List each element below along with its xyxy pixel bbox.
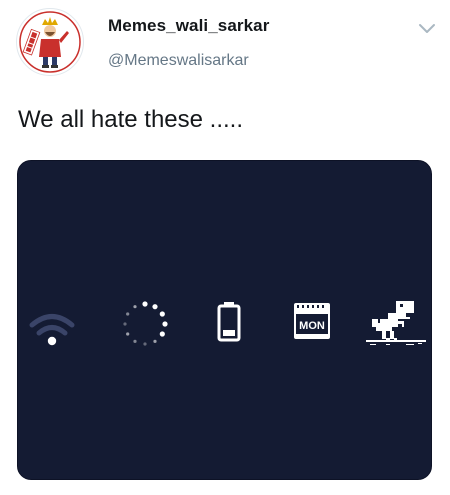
loading-spinner-icon xyxy=(118,297,172,351)
spinner-dot xyxy=(133,305,137,309)
spinner-dot xyxy=(152,304,158,310)
spinner-dot xyxy=(126,312,130,316)
low-battery-icon xyxy=(216,299,242,349)
user-handle[interactable]: @Memeswalisarkar xyxy=(108,51,269,71)
spinner-dot xyxy=(162,321,168,327)
calendar-label: MON xyxy=(299,320,325,332)
spinner-dot xyxy=(159,331,165,337)
spinner-dot xyxy=(133,339,137,343)
spinner-dot xyxy=(142,301,148,307)
avatar[interactable] xyxy=(16,8,84,76)
spinner-dot xyxy=(153,339,157,343)
display-name[interactable]: Memes_wali_sarkar xyxy=(108,15,269,37)
avatar-lettering xyxy=(22,28,41,56)
spinner-dot xyxy=(159,311,165,317)
author-block: Memes_wali_sarkar @Memeswalisarkar xyxy=(108,15,269,71)
calendar-icon: MON xyxy=(292,301,332,351)
tweet-media[interactable]: MON xyxy=(17,160,432,480)
wifi-icon xyxy=(24,306,80,356)
chevron-down-icon[interactable] xyxy=(418,22,436,34)
spinner-dot xyxy=(126,332,130,336)
tweet-text: We all hate these ..... xyxy=(18,106,244,133)
spinner-dot xyxy=(123,322,127,326)
dinosaur-icon xyxy=(366,299,426,349)
spinner-dot xyxy=(143,342,147,346)
